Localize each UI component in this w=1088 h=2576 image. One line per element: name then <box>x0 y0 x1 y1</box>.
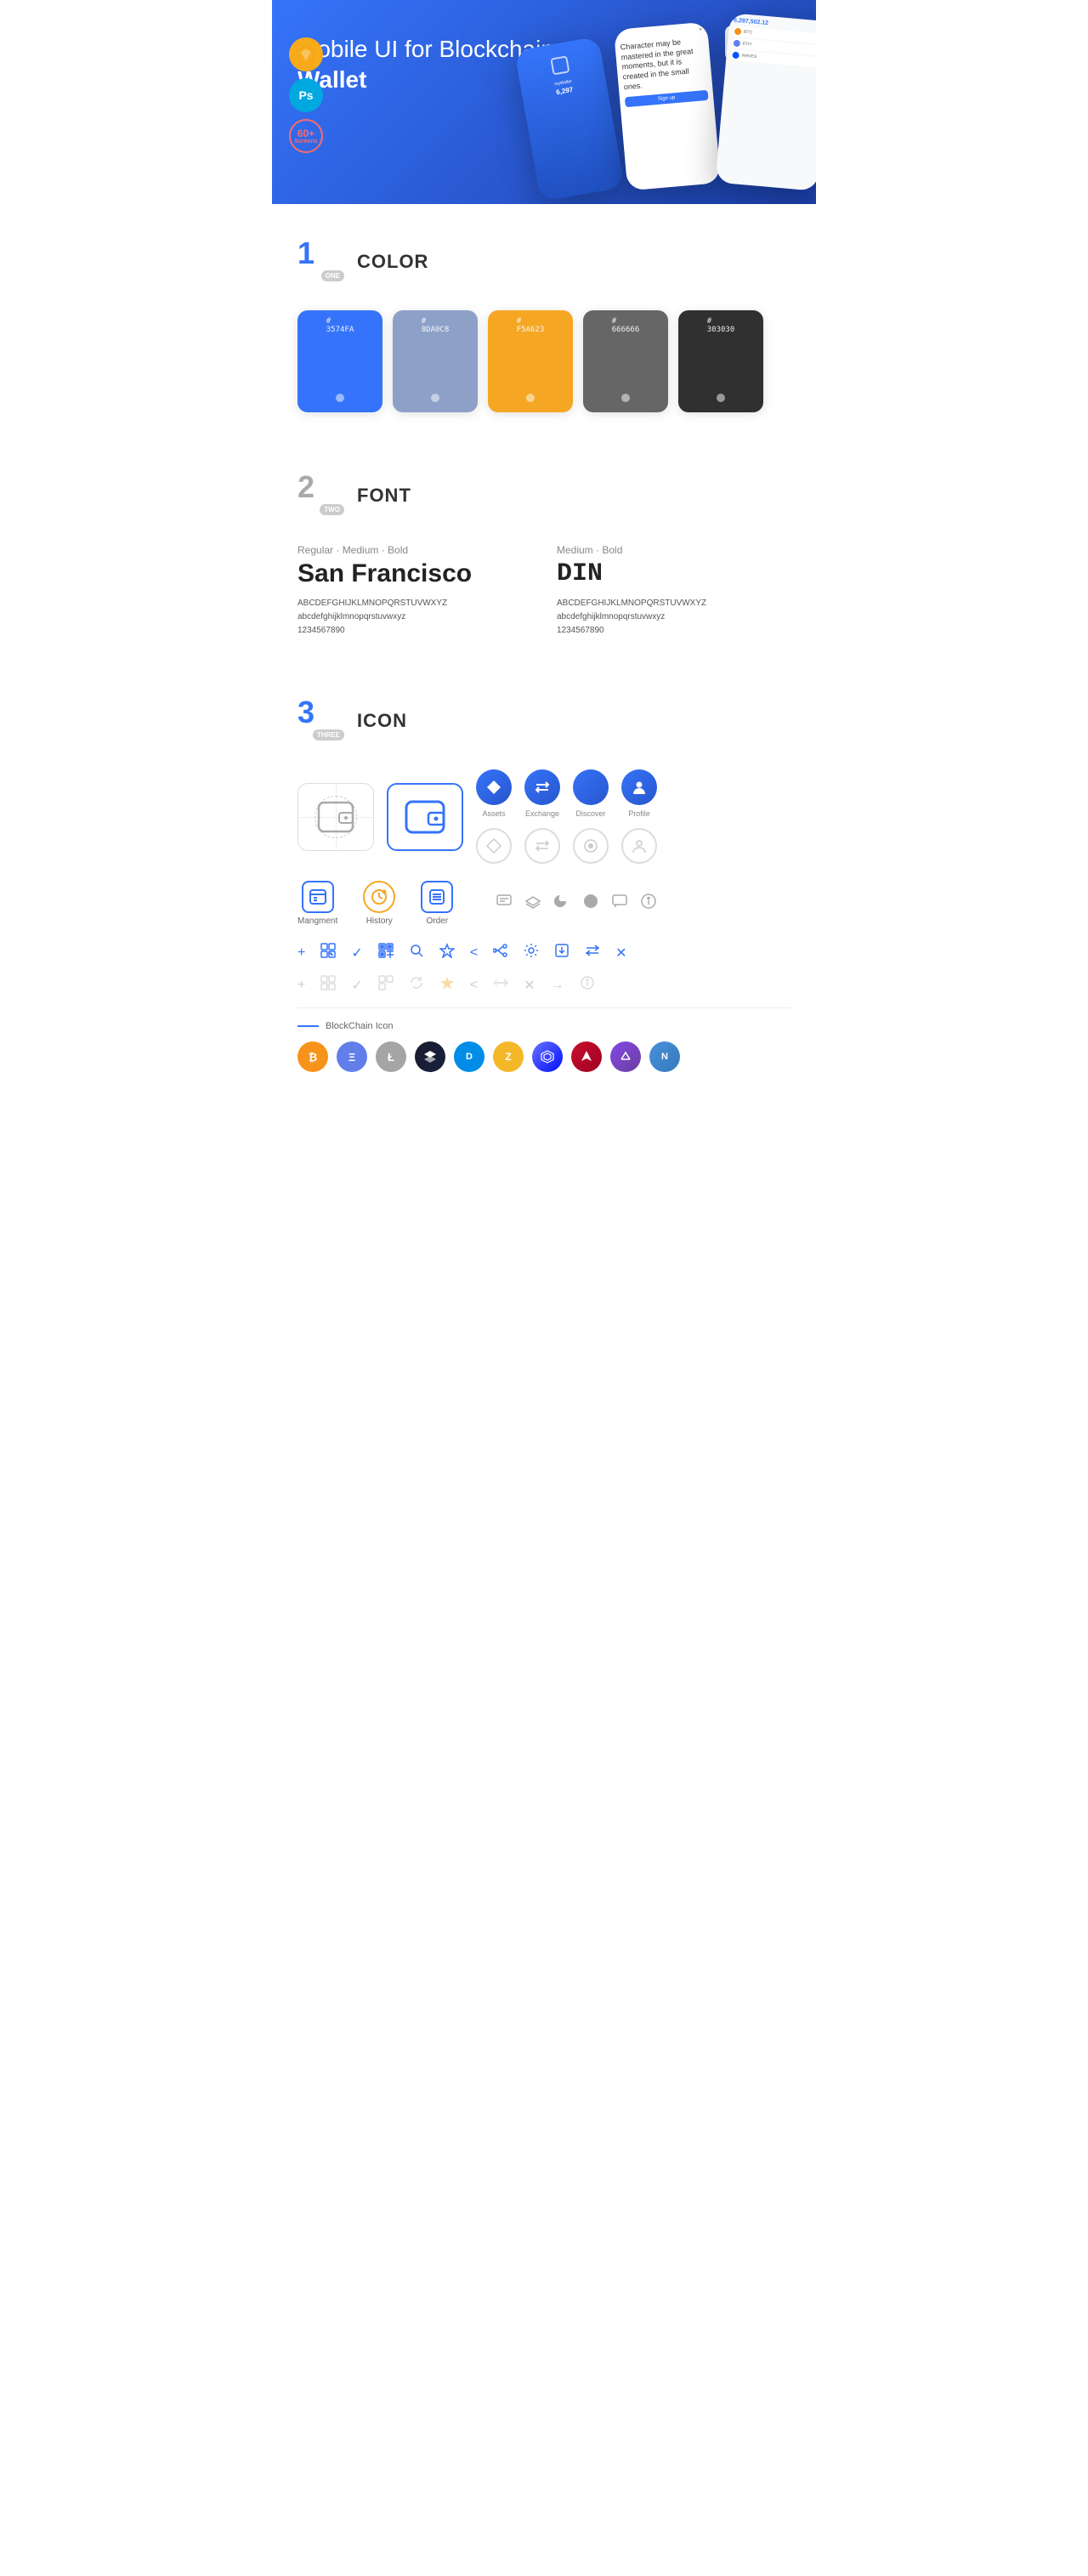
crypto-waves <box>415 1041 445 1072</box>
color-section: 1 ONE COLOR #3574FA #8DA0C8 #F5A623 #666… <box>298 204 790 438</box>
nav-icon-exchange-outline <box>524 828 560 864</box>
misc-icons <box>496 881 657 926</box>
crypto-btc: ₿ <box>298 1041 328 1072</box>
util-icon-download <box>554 943 570 962</box>
nav-icon-exchange: Exchange <box>524 769 560 818</box>
util-icon-star-filled <box>439 975 455 995</box>
crypto-matic <box>610 1041 641 1072</box>
util-icon-close-outline: ✕ <box>524 977 535 994</box>
util-icon-info-sm <box>580 975 595 995</box>
color-swatch-orange: #F5A623 <box>488 310 573 412</box>
main-content: 1 ONE COLOR #3574FA #8DA0C8 #F5A623 #666… <box>272 204 816 1123</box>
misc-icon-bubble <box>611 893 628 914</box>
util-icon-plus-outline: + <box>298 978 305 993</box>
tab-icon-history: History <box>363 881 395 926</box>
crypto-dash: D <box>454 1041 484 1072</box>
hero-badges: Ps 60+ Screens <box>289 37 323 153</box>
sketch-badge <box>289 37 323 71</box>
util-icon-close: ✕ <box>615 945 626 962</box>
nav-icon-discover: Discover <box>573 769 609 818</box>
color-swatch-slate: #8DA0C8 <box>393 310 478 412</box>
misc-icon-layers <box>524 893 541 914</box>
blockchain-label: BlockChain Icon <box>298 1021 790 1031</box>
wallet-icon-filled <box>387 783 463 851</box>
nav-icons-bottom <box>476 828 657 864</box>
util-icon-qr <box>378 943 394 962</box>
util-icon-exchange-sm <box>585 943 600 962</box>
util-icon-grid-outline <box>320 975 336 995</box>
phone-2: ✕ Character may be mastered in the great… <box>614 22 721 191</box>
phone-3: 6,297,502.12 BTC ETH WAVES <box>716 13 816 191</box>
ps-badge: Ps <box>289 78 323 112</box>
wallet-icon-guide <box>298 783 374 851</box>
util-icon-back: < <box>470 945 478 961</box>
nav-icon-profile-outline <box>621 828 657 864</box>
nav-icon-discover-outline <box>573 828 609 864</box>
tab-icon-management: Mangment <box>298 881 337 926</box>
util-icon-check-outline: ✓ <box>351 977 362 994</box>
misc-icon-circle-dot <box>582 893 599 914</box>
util-icon-star-outline <box>439 943 455 962</box>
phones-container: myWallet 6,297 ✕ Character may be master… <box>510 17 816 204</box>
util-icon-settings <box>524 943 539 962</box>
util-icon-share <box>493 943 508 962</box>
misc-icon-info <box>640 893 657 914</box>
color-section-header: 1 ONE COLOR <box>298 238 790 285</box>
color-swatches: #3574FA #8DA0C8 #F5A623 #666666 #303030 <box>298 310 790 412</box>
divider <box>298 1007 790 1008</box>
font-din: Medium · Bold DIN ABCDEFGHIJKLMNOPQRSTUV… <box>557 544 790 638</box>
util-icon-forward: → <box>551 978 564 993</box>
crypto-ltc: Ł <box>376 1041 406 1072</box>
util-icon-arrows <box>493 975 508 995</box>
icon-section: 3 THREE ICON <box>298 663 790 1123</box>
tab-icons-row: Mangment History <box>298 881 790 926</box>
misc-icon-moon <box>553 893 570 914</box>
util-icon-check: ✓ <box>351 945 362 962</box>
util-icons-bottom: + ✓ <box>298 975 790 995</box>
font-grid: Regular · Medium · Bold San Francisco AB… <box>298 544 790 638</box>
font-sf: Regular · Medium · Bold San Francisco AB… <box>298 544 531 638</box>
color-swatch-blue: #3574FA <box>298 310 382 412</box>
util-icons-top: + ✓ <box>298 943 790 962</box>
nav-icon-assets-outline <box>476 828 512 864</box>
util-icon-plus: + <box>298 945 305 961</box>
nav-icon-profile: Profile <box>621 769 657 818</box>
crypto-icons: ₿ Ξ Ł D Z <box>298 1041 790 1072</box>
color-swatch-dark: #303030 <box>678 310 763 412</box>
nav-icons-top: Assets Exchange <box>476 769 657 818</box>
icon-section-header: 3 THREE ICON <box>298 697 790 744</box>
hero-section: Mobile UI for Blockchain Wallet UI Kit P… <box>272 0 816 204</box>
crypto-nano: N <box>649 1041 680 1072</box>
font-section: 2 TWO FONT Regular · Medium · Bold San F… <box>298 438 790 663</box>
util-icon-back-outline: < <box>470 978 478 993</box>
util-icon-grid-edit <box>320 943 336 962</box>
nav-icons-column: Assets Exchange <box>476 769 657 864</box>
crypto-ardr <box>571 1041 602 1072</box>
font-section-header: 2 TWO FONT <box>298 472 790 519</box>
font-section-number: 2 TWO <box>298 472 344 519</box>
util-icon-qr-outline <box>378 975 394 995</box>
crypto-zcash: Z <box>493 1041 524 1072</box>
tab-icon-order: Order <box>421 881 453 926</box>
icon-main-row: Assets Exchange <box>298 769 790 864</box>
util-icon-search <box>409 943 424 962</box>
crypto-eth: Ξ <box>337 1041 367 1072</box>
nav-icon-assets: Assets <box>476 769 512 818</box>
phone-1: myWallet 6,297 <box>514 37 625 202</box>
misc-icon-chat <box>496 893 513 914</box>
icon-section-number: 3 THREE <box>298 697 344 744</box>
screens-badge: 60+ Screens <box>289 119 323 153</box>
color-section-number: 1 ONE <box>298 238 344 285</box>
color-swatch-gray: #666666 <box>583 310 668 412</box>
crypto-grid <box>532 1041 563 1072</box>
util-icon-refresh <box>409 975 424 995</box>
